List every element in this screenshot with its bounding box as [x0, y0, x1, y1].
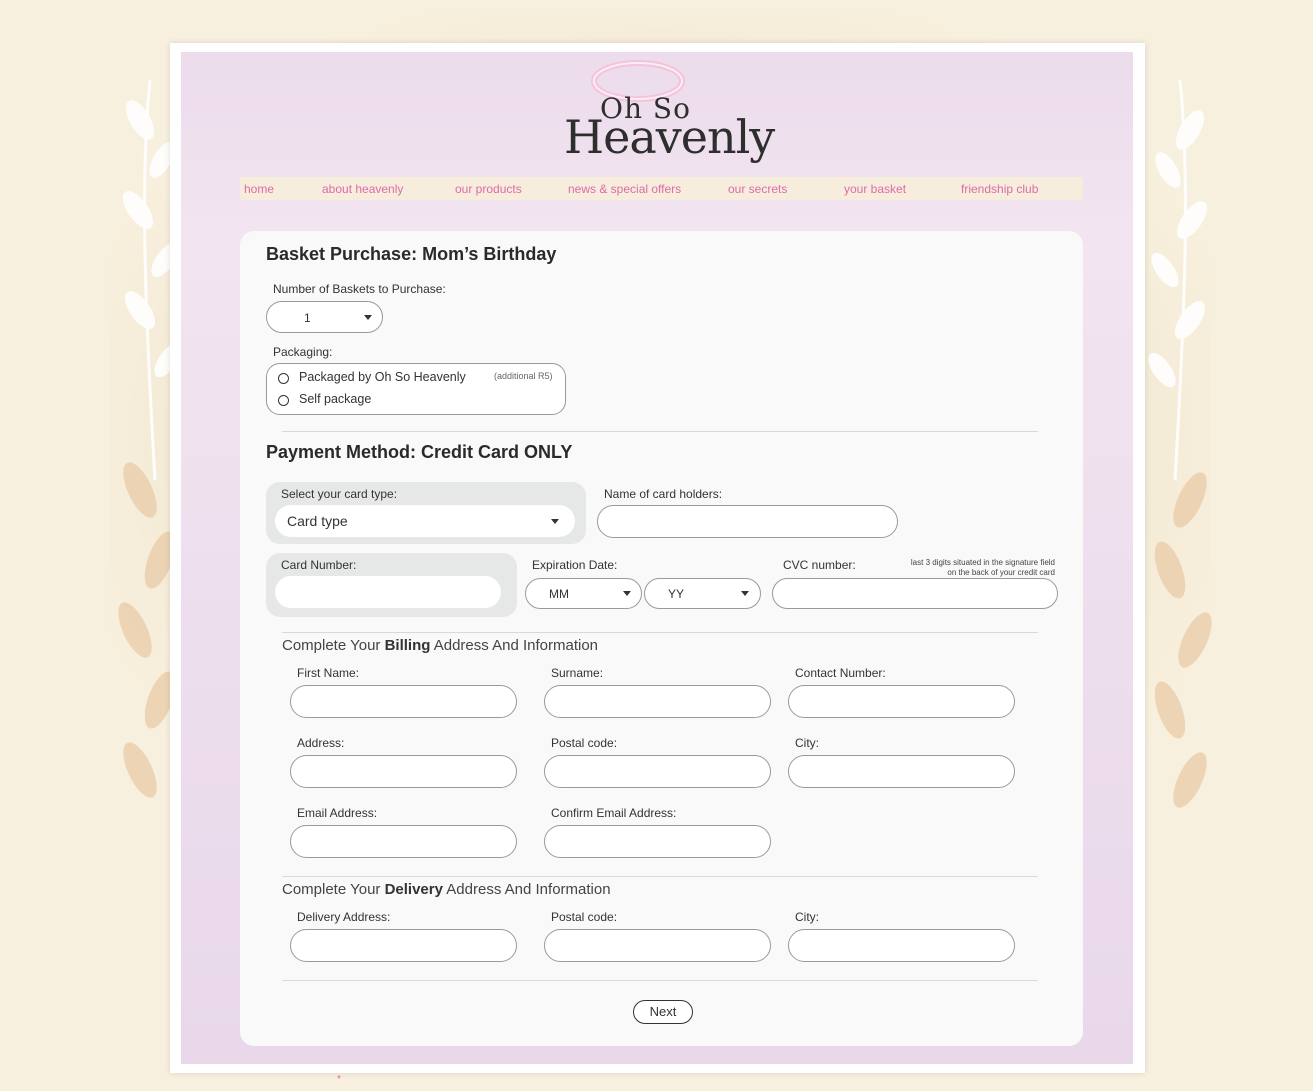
- delivery-postal-field[interactable]: [545, 930, 770, 961]
- card-number-label: Card Number:: [281, 558, 357, 572]
- divider: [282, 876, 1038, 877]
- card-number-field[interactable]: [275, 576, 501, 608]
- radio-packaged[interactable]: [278, 373, 289, 384]
- city-input[interactable]: [788, 755, 1015, 788]
- qty-label: Number of Baskets to Purchase:: [273, 282, 446, 296]
- first-name-input[interactable]: [290, 685, 517, 718]
- logo[interactable]: Oh So Heavenly: [560, 52, 775, 170]
- delivery-title: Complete Your Delivery Address And Infor…: [282, 881, 611, 898]
- contact-field[interactable]: [789, 686, 1014, 717]
- cvc-label: CVC number:: [783, 558, 856, 572]
- email-input[interactable]: [290, 825, 517, 858]
- cvc-field[interactable]: [773, 579, 1057, 608]
- city-label: City:: [795, 736, 819, 750]
- address-label: Address:: [297, 736, 345, 750]
- expiry-month-select[interactable]: MM: [525, 578, 642, 609]
- holder-label: Name of card holders:: [604, 487, 723, 501]
- delivery-city-input[interactable]: [788, 929, 1015, 962]
- radio-self-package[interactable]: [278, 395, 289, 406]
- delivery-address-label: Delivery Address:: [297, 910, 391, 924]
- option-self-label: Self package: [299, 392, 372, 406]
- confirm-email-input[interactable]: [544, 825, 771, 858]
- main-nav: home about heavenly our products news & …: [240, 177, 1083, 200]
- card-type-select[interactable]: Card type: [275, 505, 575, 537]
- cvc-hint-line2: on the back of your credit card: [947, 568, 1055, 577]
- chevron-down-icon: [364, 315, 372, 320]
- delivery-address-input[interactable]: [290, 929, 517, 962]
- nav-your-basket[interactable]: your basket: [844, 182, 906, 196]
- option-packaged-label: Packaged by Oh So Heavenly: [299, 370, 466, 384]
- nav-about-heavenly[interactable]: about heavenly: [322, 182, 403, 196]
- chevron-down-icon: [623, 591, 631, 596]
- postal-field[interactable]: [545, 756, 770, 787]
- qty-value: 1: [304, 311, 311, 325]
- email-label: Email Address:: [297, 806, 378, 820]
- nav-news-offers[interactable]: news & special offers: [568, 182, 681, 196]
- delivery-city-label: City:: [795, 910, 819, 924]
- nav-our-products[interactable]: our products: [455, 182, 522, 196]
- chevron-down-icon: [741, 591, 749, 596]
- logo-line2: Heavenly: [564, 110, 775, 164]
- billing-title: Complete Your Billing Address And Inform…: [282, 637, 599, 654]
- city-field[interactable]: [789, 756, 1014, 787]
- option-packaged-note: (additional R5): [494, 371, 553, 381]
- card-holder-input[interactable]: [597, 505, 898, 538]
- card-type-label: Select your card type:: [281, 487, 398, 501]
- divider: [282, 431, 1038, 432]
- divider: [282, 980, 1038, 981]
- first-name-label: First Name:: [297, 666, 360, 680]
- cvc-input[interactable]: [772, 578, 1058, 609]
- first-name-field[interactable]: [291, 686, 516, 717]
- next-button[interactable]: Next: [633, 1000, 693, 1024]
- confirm-email-label: Confirm Email Address:: [551, 806, 677, 820]
- address-field[interactable]: [291, 756, 516, 787]
- contact-input[interactable]: [788, 685, 1015, 718]
- card-number-input[interactable]: [275, 576, 501, 608]
- nav-home[interactable]: home: [244, 182, 274, 196]
- delivery-address-field[interactable]: [291, 930, 516, 961]
- cvc-hint: last 3 digits situated in the signature …: [911, 558, 1055, 578]
- surname-field[interactable]: [545, 686, 770, 717]
- cvc-hint-line1: last 3 digits situated in the signature …: [910, 558, 1055, 567]
- email-field[interactable]: [291, 826, 516, 857]
- surname-input[interactable]: [544, 685, 771, 718]
- payment-title: Payment Method: Credit Card ONLY: [266, 442, 573, 462]
- leaf-decoration-right: [1148, 79, 1212, 808]
- qty-select[interactable]: 1: [266, 301, 383, 333]
- chevron-down-icon: [551, 519, 559, 524]
- expiry-year-select[interactable]: YY: [644, 578, 761, 609]
- packaging-label: Packaging:: [273, 345, 333, 359]
- card-type-value: Card type: [287, 513, 348, 529]
- contact-label: Contact Number:: [795, 666, 886, 680]
- card-holder-field[interactable]: [598, 506, 897, 537]
- month-value: MM: [549, 587, 569, 601]
- footer-asterisk: *: [337, 1074, 341, 1085]
- delivery-postal-input[interactable]: [544, 929, 771, 962]
- year-value: YY: [668, 587, 685, 601]
- delivery-postal-label: Postal code:: [551, 910, 618, 924]
- nav-our-secrets[interactable]: our secrets: [728, 182, 787, 196]
- expiry-label: Expiration Date:: [532, 558, 618, 572]
- address-input[interactable]: [290, 755, 517, 788]
- confirm-email-field[interactable]: [545, 826, 770, 857]
- postal-input[interactable]: [544, 755, 771, 788]
- basket-title: Basket Purchase: Mom’s Birthday: [266, 244, 557, 264]
- postal-label: Postal code:: [551, 736, 618, 750]
- nav-friendship-club[interactable]: friendship club: [961, 182, 1038, 196]
- delivery-city-field[interactable]: [789, 930, 1014, 961]
- divider: [282, 632, 1038, 633]
- packaging-options: Packaged by Oh So Heavenly (additional R…: [266, 363, 566, 415]
- surname-label: Surname:: [551, 666, 604, 680]
